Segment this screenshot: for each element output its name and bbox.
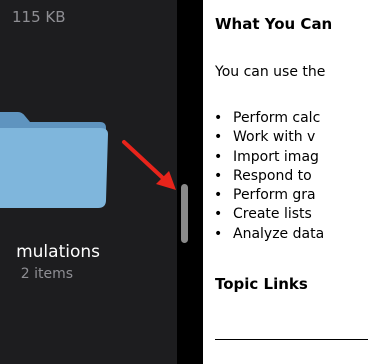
feature-list: • Perform calc • Work with v • Import imag … <box>203 109 324 244</box>
bullet-icon: • <box>214 129 223 146</box>
bullet-icon: • <box>214 167 223 184</box>
scrollbar-thumb[interactable] <box>181 184 188 243</box>
bullet-icon: • <box>214 110 223 126</box>
list-item-text: Analyze data <box>233 225 325 242</box>
list-item: • Analyze data <box>203 225 324 244</box>
list-item-text: Import imag <box>233 148 319 165</box>
list-item-text: Perform gra <box>233 187 316 204</box>
bullet-icon: • <box>214 187 223 204</box>
list-item: • Perform gra <box>203 186 324 205</box>
list-item: • Perform calc <box>203 109 324 128</box>
intro-text: You can use the <box>215 64 326 80</box>
bullet-icon: • <box>214 148 223 165</box>
list-item-text: Perform calc <box>233 110 321 126</box>
list-item-text: Respond to <box>233 167 312 184</box>
red-arrow-annotation-icon <box>122 140 176 190</box>
section-heading: What You Can <box>215 15 333 33</box>
horizontal-rule <box>215 339 368 340</box>
file-size-label: 115 KB <box>12 8 66 26</box>
list-item: • Create lists <box>203 205 324 224</box>
list-item: • Import imag <box>203 148 324 167</box>
list-item-text: Work with v <box>233 129 316 146</box>
bullet-icon: • <box>214 225 223 242</box>
pane-divider[interactable] <box>177 0 203 364</box>
folder-icon[interactable] <box>0 102 108 210</box>
list-item: • Work with v <box>203 128 324 147</box>
topic-links-heading: Topic Links <box>215 275 308 293</box>
list-item: • Respond to <box>203 167 324 186</box>
bullet-icon: • <box>214 206 223 223</box>
document-pane: What You Can You can use the • Perform ca… <box>203 0 368 364</box>
folder-item-count: 2 items <box>20 266 73 282</box>
list-item-text: Create lists <box>233 206 312 223</box>
folder-name[interactable]: mulations <box>16 242 100 262</box>
